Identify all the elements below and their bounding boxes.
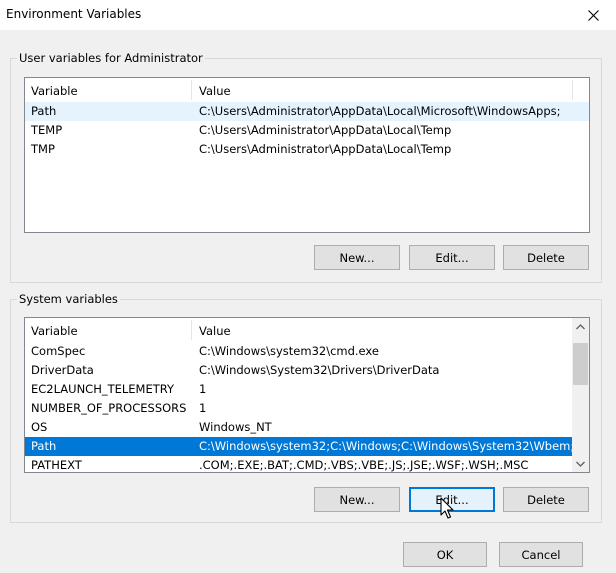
variable-name: Path bbox=[31, 439, 57, 453]
close-icon bbox=[587, 9, 599, 21]
system-variables-group: System variables Variable Value ComSpec … bbox=[10, 292, 602, 523]
scrollbar-thumb[interactable] bbox=[573, 343, 588, 385]
window-title: Environment Variables bbox=[6, 7, 142, 21]
user-new-button[interactable]: New... bbox=[314, 245, 400, 270]
variable-value: 1 bbox=[199, 401, 207, 415]
variable-name: EC2LAUNCH_TELEMETRY bbox=[31, 382, 175, 396]
variable-name: ComSpec bbox=[31, 344, 86, 358]
column-header-value[interactable]: Value bbox=[199, 324, 231, 338]
variable-name: PATHEXT bbox=[31, 458, 82, 472]
variable-name: OS bbox=[31, 420, 48, 434]
variable-name: DriverData bbox=[31, 363, 94, 377]
variable-value: C:\Windows\system32;C:\Windows;C:\Window… bbox=[199, 439, 586, 453]
variable-name: TMP bbox=[31, 142, 55, 156]
system-variables-legend: System variables bbox=[17, 292, 120, 307]
table-row[interactable]: DriverData C:\Windows\System32\Drivers\D… bbox=[25, 361, 589, 380]
table-row[interactable]: PATHEXT .COM;.EXE;.BAT;.CMD;.VBS;.VBE;.J… bbox=[25, 456, 589, 472]
variable-value: C:\Users\Administrator\AppData\Local\Tem… bbox=[199, 123, 452, 137]
table-row[interactable]: OS Windows_NT bbox=[25, 418, 589, 437]
scroll-down-arrow-icon bbox=[576, 461, 585, 467]
table-row[interactable]: ComSpec C:\Windows\system32\cmd.exe bbox=[25, 342, 589, 361]
user-variables-group: User variables for Administrator Variabl… bbox=[10, 51, 602, 283]
column-header-value[interactable]: Value bbox=[199, 84, 231, 98]
table-row[interactable]: TEMP C:\Users\Administrator\AppData\Loca… bbox=[25, 121, 589, 140]
list-header: Variable Value bbox=[25, 78, 589, 102]
dialog-client-area: User variables for Administrator Variabl… bbox=[0, 30, 616, 573]
variable-name: TEMP bbox=[31, 123, 63, 137]
table-row[interactable]: NUMBER_OF_PROCESSORS 1 bbox=[25, 399, 589, 418]
variable-value: C:\Windows\System32\Drivers\DriverData bbox=[199, 363, 440, 377]
column-separator[interactable] bbox=[191, 320, 192, 340]
table-row-selected[interactable]: Path C:\Windows\system32;C:\Windows;C:\W… bbox=[25, 437, 585, 456]
mouse-pointer-icon bbox=[440, 497, 454, 519]
variable-value: C:\Users\Administrator\AppData\Local\Mic… bbox=[199, 104, 561, 118]
system-variables-list[interactable]: Variable Value ComSpec C:\Windows\system… bbox=[24, 317, 590, 473]
list-header: Variable Value bbox=[25, 318, 589, 342]
user-variables-list[interactable]: Variable Value Path C:\Users\Administrat… bbox=[24, 77, 590, 233]
variable-value: Windows_NT bbox=[199, 420, 272, 434]
variable-value: C:\Windows\system32\cmd.exe bbox=[199, 344, 379, 358]
system-new-button[interactable]: New... bbox=[314, 487, 400, 512]
variable-value: C:\Users\Administrator\AppData\Local\Tem… bbox=[199, 142, 452, 156]
user-edit-button[interactable]: Edit... bbox=[409, 245, 495, 270]
system-delete-button[interactable]: Delete bbox=[503, 487, 589, 512]
table-row[interactable]: EC2LAUNCH_TELEMETRY 1 bbox=[25, 380, 589, 399]
table-row[interactable]: TMP C:\Users\Administrator\AppData\Local… bbox=[25, 140, 589, 159]
variable-value: .COM;.EXE;.BAT;.CMD;.VBS;.VBE;.JS;.JSE;.… bbox=[199, 458, 529, 472]
title-bar[interactable]: Environment Variables bbox=[0, 0, 616, 30]
scroll-up-arrow-icon bbox=[576, 323, 585, 329]
variable-value: 1 bbox=[199, 382, 207, 396]
column-header-variable[interactable]: Variable bbox=[31, 84, 78, 98]
column-separator[interactable] bbox=[191, 80, 192, 100]
scroll-up-button[interactable] bbox=[572, 318, 589, 335]
column-separator[interactable] bbox=[572, 80, 573, 100]
vertical-scrollbar[interactable] bbox=[572, 318, 589, 472]
cancel-button[interactable]: Cancel bbox=[499, 542, 583, 567]
scroll-down-button[interactable] bbox=[572, 455, 589, 472]
user-delete-button[interactable]: Delete bbox=[503, 245, 589, 270]
column-header-variable[interactable]: Variable bbox=[31, 324, 78, 338]
user-variables-legend: User variables for Administrator bbox=[17, 51, 205, 66]
ok-button[interactable]: OK bbox=[403, 542, 487, 567]
close-button[interactable] bbox=[570, 0, 616, 30]
table-row[interactable]: Path C:\Users\Administrator\AppData\Loca… bbox=[25, 102, 589, 121]
variable-name: NUMBER_OF_PROCESSORS bbox=[31, 401, 187, 415]
variable-name: Path bbox=[31, 104, 57, 118]
